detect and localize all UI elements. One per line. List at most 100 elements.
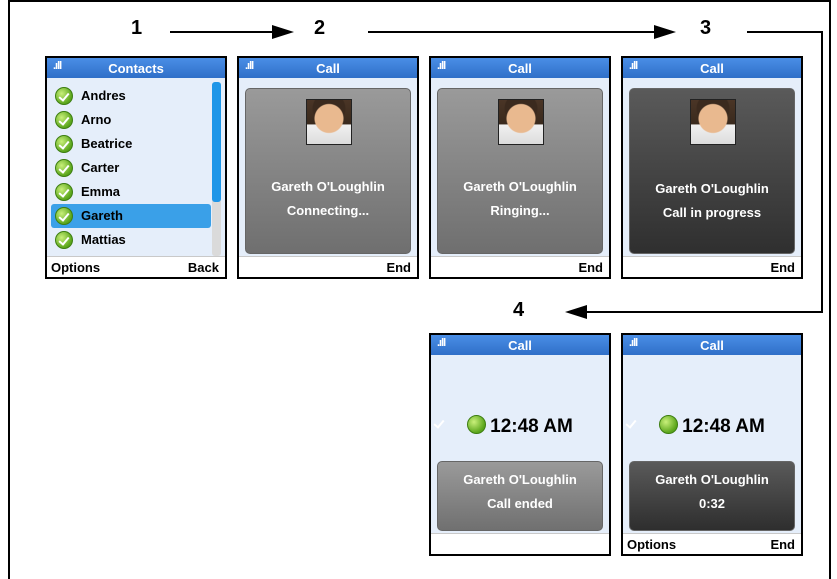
call-summary-screen: 12:48 AM Gareth O'Loughlin 0:32 [623,355,801,534]
frame-top-line [8,0,831,2]
caller-name: Gareth O'Loughlin [655,181,769,196]
softkey-bar: End [623,256,801,277]
contacts-scrollbar[interactable] [212,82,221,256]
step-4-label: 4 [513,299,525,321]
options-softkey[interactable]: Options [627,537,676,552]
caller-name: Gareth O'Loughlin [655,472,769,487]
arrow-3-4-top-line [747,31,823,33]
contact-name: Beatrice [81,136,133,151]
caller-avatar [498,99,544,145]
presence-online-icon [659,415,679,434]
presence-online-icon [55,111,73,129]
caller-avatar [690,99,736,145]
presence-online-icon [55,231,73,249]
contact-name: Gareth [81,208,123,223]
contact-item-carter[interactable]: Carter [51,156,211,180]
call-ended-card: Gareth O'Loughlin Call ended [437,461,603,531]
screen-title: Call [700,61,724,76]
screen-title: Contacts [108,61,164,76]
arrow-2-3-line [368,31,656,33]
arrow-3-4-bottom-line [585,311,823,313]
contact-item-arno[interactable]: Arno [51,108,211,132]
call-card: Gareth O'Loughlin Connecting... [245,88,411,254]
caller-name: Gareth O'Loughlin [463,472,577,487]
presence-online-icon [55,87,73,105]
call-status: Connecting... [286,203,370,218]
end-softkey[interactable]: End [770,260,795,275]
titlebar: .ıll Call [623,58,801,78]
titlebar: .ıll Call [239,58,417,78]
end-softkey[interactable]: End [770,537,795,552]
caller-avatar [306,99,352,145]
phone-call-summary: .ıll Call 12:48 AM Gareth O'Loughlin 0:3… [621,333,803,556]
contact-list: Andres Arno Beatrice Carter Emma Gareth … [51,84,211,252]
contact-name: Andres [81,88,126,103]
end-softkey[interactable]: End [578,260,603,275]
contact-name: Carter [81,160,120,175]
call-screen: Gareth O'Loughlin Call in progress [623,78,801,257]
call-screen: Gareth O'Loughlin Connecting... [239,78,417,257]
call-duration: 0:32 [698,496,726,511]
phone-call-ended: .ıll Call 12:48 AM Gareth O'Loughlin Cal… [429,333,611,556]
clock-row: 12:48 AM [431,415,609,438]
call-summary-card: Gareth O'Loughlin 0:32 [629,461,795,531]
phone-ringing: .ıll Call Gareth O'Loughlin Ringing... E… [429,56,611,279]
call-status: Call in progress [662,205,762,220]
call-card: Gareth O'Loughlin Call in progress [629,88,795,254]
contacts-screen: Andres Arno Beatrice Carter Emma Gareth … [47,78,225,257]
presence-online-icon [55,183,73,201]
clock-time: 12:48 AM [682,416,765,437]
caller-name: Gareth O'Loughlin [271,179,385,194]
arrow-2-3-head [654,25,676,39]
contact-item-emma[interactable]: Emma [51,180,211,204]
call-card: Gareth O'Loughlin Ringing... [437,88,603,254]
phone-connecting: .ıll Call Gareth O'Loughlin Connecting..… [237,56,419,279]
contact-item-mattias[interactable]: Mattias [51,228,211,252]
presence-online-icon [467,415,487,434]
scrollbar-thumb[interactable] [212,82,221,202]
step-3-label: 3 [700,17,712,39]
end-softkey[interactable]: End [386,260,411,275]
titlebar: .ıll Call [431,58,609,78]
titlebar: .ıll Contacts [47,58,225,78]
contact-name: Emma [81,184,121,199]
call-ended-screen: 12:48 AM Gareth O'Loughlin Call ended [431,355,609,534]
screen-title: Call [508,61,532,76]
contact-item-beatrice[interactable]: Beatrice [51,132,211,156]
clock-row: 12:48 AM [623,415,801,438]
titlebar: .ıll Call [623,335,801,355]
softkey-bar: Options End [623,533,801,554]
frame-left-line [8,0,10,579]
contact-name: Arno [81,112,112,127]
back-softkey[interactable]: Back [188,260,219,275]
options-softkey[interactable]: Options [51,260,100,275]
phone-contacts: .ıll Contacts Andres Arno Beatrice Carte… [45,56,227,279]
screen-title: Call [700,338,724,353]
softkey-bar: End [239,256,417,277]
call-status: Ringing... [490,203,550,218]
call-screen: Gareth O'Loughlin Ringing... [431,78,609,257]
arrow-1-2-line [170,31,274,33]
caller-name: Gareth O'Loughlin [463,179,577,194]
titlebar: .ıll Call [431,335,609,355]
presence-online-icon [55,135,73,153]
softkey-bar [431,533,609,554]
presence-online-icon [55,207,73,225]
arrow-3-4-vertical-line [821,31,823,313]
arrow-3-4-head [565,305,587,319]
step-1-label: 1 [131,17,143,39]
screen-title: Call [508,338,532,353]
contact-item-gareth[interactable]: Gareth [51,204,211,228]
phone-in-progress: .ıll Call Gareth O'Loughlin Call in prog… [621,56,803,279]
softkey-bar: Options Back [47,256,225,277]
screen-title: Call [316,61,340,76]
contact-item-andres[interactable]: Andres [51,84,211,108]
arrow-1-2-head [272,25,294,39]
clock-time: 12:48 AM [490,416,573,437]
contact-name: Mattias [81,232,126,247]
softkey-bar: End [431,256,609,277]
step-2-label: 2 [314,17,326,39]
frame-right-line [829,0,831,579]
presence-online-icon [55,159,73,177]
call-status: Call ended [487,496,553,511]
